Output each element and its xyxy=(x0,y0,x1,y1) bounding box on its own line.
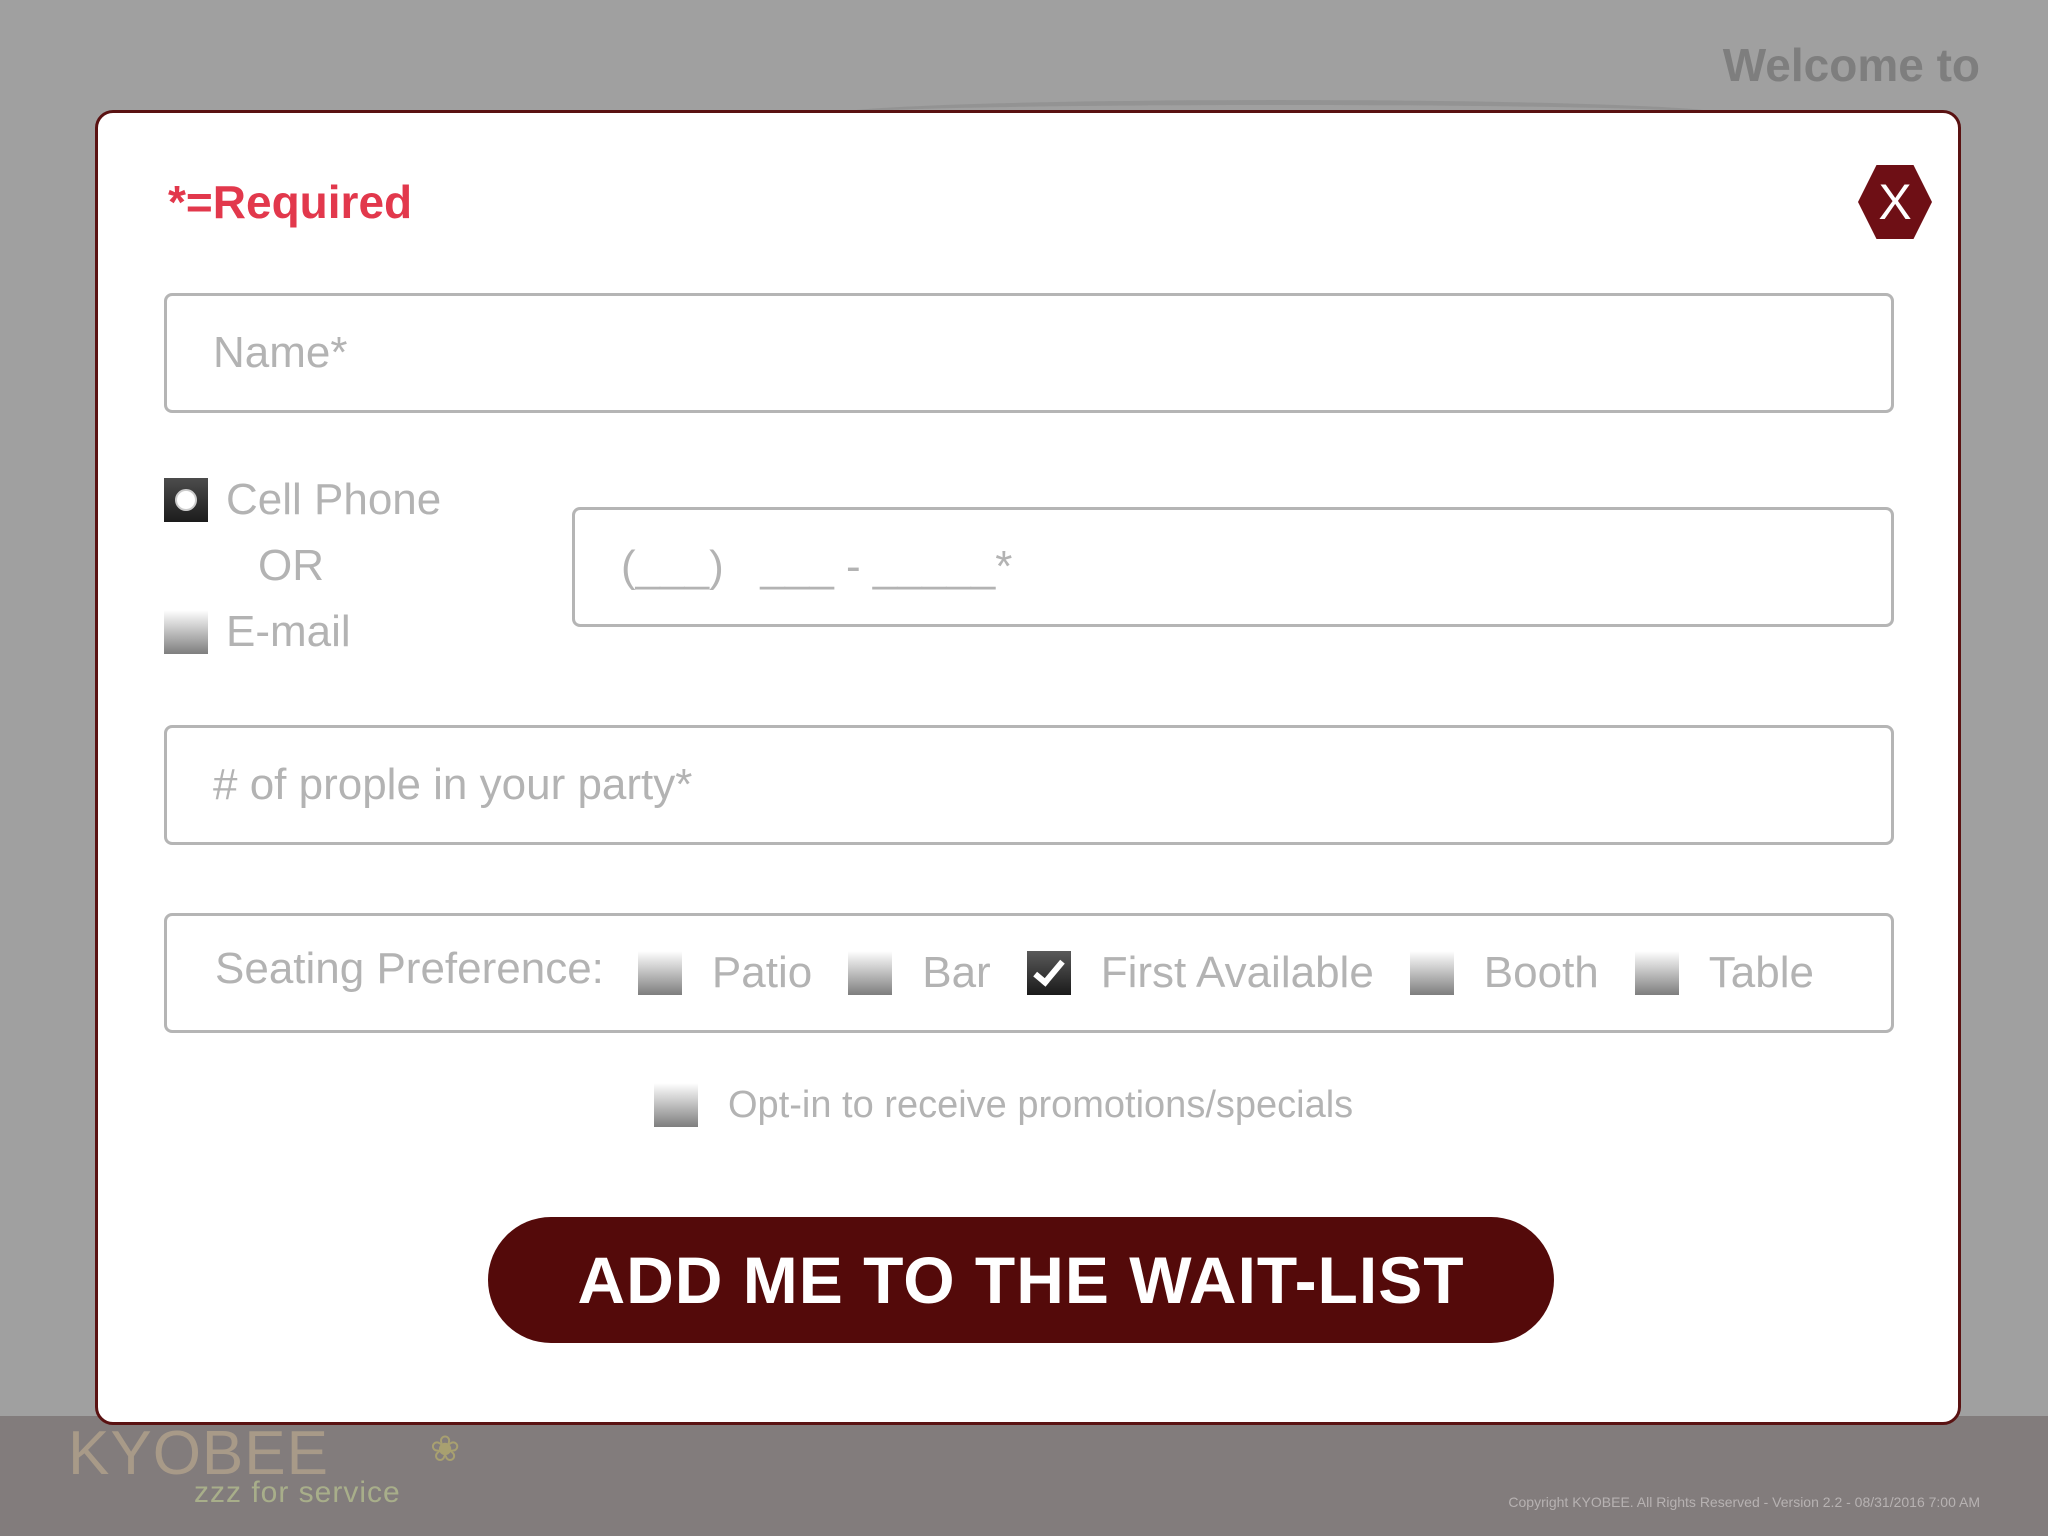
phone-field[interactable] xyxy=(572,507,1894,627)
name-input[interactable] xyxy=(167,296,1891,410)
required-note: *=Required xyxy=(168,176,413,228)
add-to-waitlist-button[interactable]: ADD ME TO THE WAIT-LIST xyxy=(488,1217,1554,1343)
bee-icon: ❀ xyxy=(430,1428,461,1469)
seating-preference-label: Seating Preference: xyxy=(215,944,604,993)
cell-phone-label: Cell Phone xyxy=(226,475,442,524)
checkbox-icon[interactable] xyxy=(1409,951,1454,995)
seating-option-label: First Available xyxy=(1100,948,1374,997)
seating-option-bar[interactable]: Bar xyxy=(848,948,991,998)
seating-option-label: Booth xyxy=(1483,948,1599,997)
seating-option-label: Table xyxy=(1708,948,1814,997)
kyobee-logo: KYOBEE zzz for service ❀ xyxy=(68,1418,460,1518)
waitlist-modal: *=Required X Cell Phone OR E-mail Seatin… xyxy=(95,110,1961,1425)
promotions-optin-checkbox[interactable]: Opt-in to receive promotions/specials xyxy=(654,1083,1353,1127)
or-label: OR xyxy=(258,541,324,590)
radio-selected-icon[interactable] xyxy=(164,478,208,522)
seating-preference-group: Seating Preference: Patio Bar First Avai… xyxy=(164,913,1894,1033)
checkbox-checked-icon[interactable] xyxy=(1026,951,1071,995)
logo-tagline: zzz for service xyxy=(194,1476,401,1509)
checkbox-icon[interactable] xyxy=(848,951,893,995)
cell-phone-radio[interactable]: Cell Phone xyxy=(164,475,441,525)
close-icon: X xyxy=(1878,174,1912,230)
phone-input[interactable] xyxy=(575,510,1891,624)
checkbox-icon[interactable] xyxy=(654,1083,698,1127)
party-size-input[interactable] xyxy=(167,728,1891,842)
seating-option-first-available[interactable]: First Available xyxy=(1026,948,1374,998)
party-size-field[interactable] xyxy=(164,725,1894,845)
email-label: E-mail xyxy=(226,607,351,656)
name-field[interactable] xyxy=(164,293,1894,413)
seating-option-patio[interactable]: Patio xyxy=(637,948,813,998)
checkbox-icon[interactable] xyxy=(637,951,682,995)
seating-option-table[interactable]: Table xyxy=(1634,948,1814,998)
radio-unselected-icon[interactable] xyxy=(164,610,208,654)
seating-option-label: Patio xyxy=(711,948,813,997)
checkbox-icon[interactable] xyxy=(1634,951,1679,995)
seating-option-booth[interactable]: Booth xyxy=(1409,948,1599,998)
copyright-text: Copyright KYOBEE. All Rights Reserved - … xyxy=(1508,1494,1980,1510)
seating-option-label: Bar xyxy=(922,948,991,997)
footer: KYOBEE zzz for service ❀ Copyright KYOBE… xyxy=(0,1416,2048,1536)
email-radio[interactable]: E-mail xyxy=(164,607,351,657)
optin-label: Opt-in to receive promotions/specials xyxy=(728,1083,1354,1126)
welcome-heading: Welcome to xyxy=(1722,39,1980,91)
close-button[interactable]: X xyxy=(1858,165,1932,239)
